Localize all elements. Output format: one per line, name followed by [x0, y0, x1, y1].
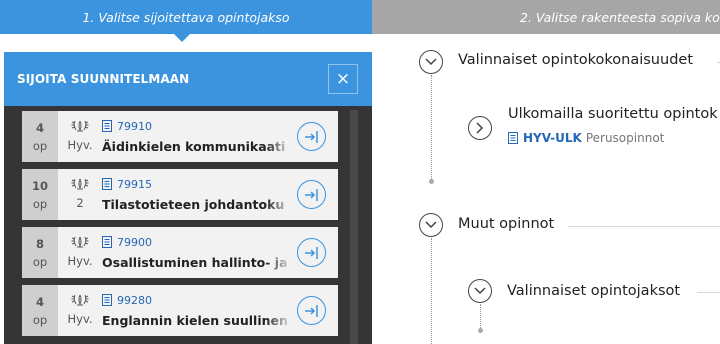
course-card[interactable]: 8 op Hyv. 79900 Osallistuminen hallinto-…: [22, 227, 338, 278]
title-rule: [568, 226, 720, 227]
place-in-plan-icon: [304, 304, 318, 317]
grade-value: 2: [76, 195, 84, 210]
place-button[interactable]: [297, 296, 326, 325]
step-1-pointer: [174, 34, 190, 42]
structure-tree: Valinnaiset opintokokonaisuudet Ulkomail…: [372, 34, 720, 344]
close-icon: ×: [335, 69, 351, 89]
node-title[interactable]: Valinnaiset opintokokonaisuudet: [458, 52, 693, 68]
tree-connector: [431, 75, 432, 179]
grade-value: Hyv.: [67, 311, 93, 326]
chevron-right-icon: [476, 122, 484, 134]
chevron-down-icon: [425, 58, 437, 66]
grade-box: Hyv.: [58, 285, 102, 336]
chevron-down-icon: [425, 221, 437, 229]
credits-unit: op: [32, 312, 48, 327]
credits-value: 4: [35, 120, 44, 135]
course-card[interactable]: 10 op 2 79915 Tilastotieteen johdantoku: [22, 169, 338, 220]
credits-box: 4 op: [22, 111, 58, 162]
node-title[interactable]: Valinnaiset opintojaksot: [507, 283, 680, 299]
grade-value: Hyv.: [67, 253, 93, 268]
course-code[interactable]: 79910: [117, 120, 152, 133]
expand-toggle[interactable]: [468, 279, 492, 303]
place-in-plan-icon: [304, 130, 318, 143]
credits-value: 10: [31, 178, 48, 193]
step-2-label: 2. Valitse rakenteesta sopiva ko: [520, 9, 720, 25]
credits-box: 10 op: [22, 169, 58, 220]
grade-value: Hyv.: [67, 137, 93, 152]
connector-end: [478, 328, 483, 333]
place-in-plan-icon: [304, 246, 318, 259]
step-1-tab[interactable]: 1. Valitse sijoitettava opintojakso: [0, 0, 372, 34]
document-icon: [508, 132, 518, 144]
node-title[interactable]: Muut opinnot: [458, 216, 554, 232]
course-list: 4 op Hyv. 79910 Äidinkielen kommunikaati: [22, 111, 338, 343]
place-button[interactable]: [297, 180, 326, 209]
course-card[interactable]: 4 op Hyv. 99280 Englannin kielen suullin…: [22, 285, 338, 336]
expand-toggle[interactable]: [419, 213, 443, 237]
grade-box: 2: [58, 169, 102, 220]
expand-toggle[interactable]: [419, 50, 443, 74]
laurel-icon: [71, 120, 89, 131]
panel-title: SIJOITA SUUNNITELMAAN: [17, 72, 190, 86]
credits-unit: op: [32, 254, 48, 269]
text-fade: [266, 285, 292, 336]
document-icon: [102, 294, 112, 306]
grade-box: Hyv.: [58, 111, 102, 162]
grade-box: Hyv.: [58, 227, 102, 278]
course-card[interactable]: 4 op Hyv. 79910 Äidinkielen kommunikaati: [22, 111, 338, 162]
place-button[interactable]: [297, 238, 326, 267]
text-fade: [266, 169, 292, 220]
placement-panel: SIJOITA SUUNNITELMAAN × 4 op Hyv. 79910 …: [4, 52, 372, 344]
title-rule: [697, 292, 720, 293]
course-code[interactable]: 79900: [117, 236, 152, 249]
connector-end: [429, 179, 434, 184]
credits-unit: op: [32, 196, 48, 211]
text-fade: [266, 227, 292, 278]
step-1-label: 1. Valitse sijoitettava opintojakso: [82, 9, 290, 25]
document-icon: [102, 120, 112, 132]
tree-connector: [431, 238, 432, 344]
expand-toggle[interactable]: [468, 116, 492, 140]
node-type: Perusopinnot: [585, 131, 665, 145]
laurel-icon: [71, 236, 89, 247]
credits-value: 4: [35, 294, 44, 309]
laurel-icon: [71, 178, 89, 189]
credits-box: 4 op: [22, 285, 58, 336]
course-code[interactable]: 79915: [117, 178, 152, 191]
document-icon: [102, 236, 112, 248]
app-root: 1. Valitse sijoitettava opintojakso 2. V…: [0, 0, 720, 344]
credits-box: 8 op: [22, 227, 58, 278]
place-button[interactable]: [297, 122, 326, 151]
close-button[interactable]: ×: [328, 64, 358, 94]
step-2-tab[interactable]: 2. Valitse rakenteesta sopiva ko: [372, 0, 720, 34]
credits-unit: op: [32, 138, 48, 153]
tree-connector: [480, 304, 481, 328]
course-code[interactable]: 99280: [117, 294, 152, 307]
text-fade: [266, 111, 292, 162]
node-title[interactable]: Ulkomailla suoritettu opintok: [508, 106, 718, 122]
laurel-icon: [71, 294, 89, 305]
node-code-row: HYV-ULK Perusopinnot: [508, 131, 664, 145]
credits-value: 8: [35, 236, 44, 251]
node-code[interactable]: HYV-ULK: [523, 131, 582, 145]
panel-header: SIJOITA SUUNNITELMAAN: [4, 52, 372, 106]
scrollbar[interactable]: [350, 110, 358, 344]
document-icon: [102, 178, 112, 190]
chevron-down-icon: [474, 287, 486, 295]
place-in-plan-icon: [304, 188, 318, 201]
